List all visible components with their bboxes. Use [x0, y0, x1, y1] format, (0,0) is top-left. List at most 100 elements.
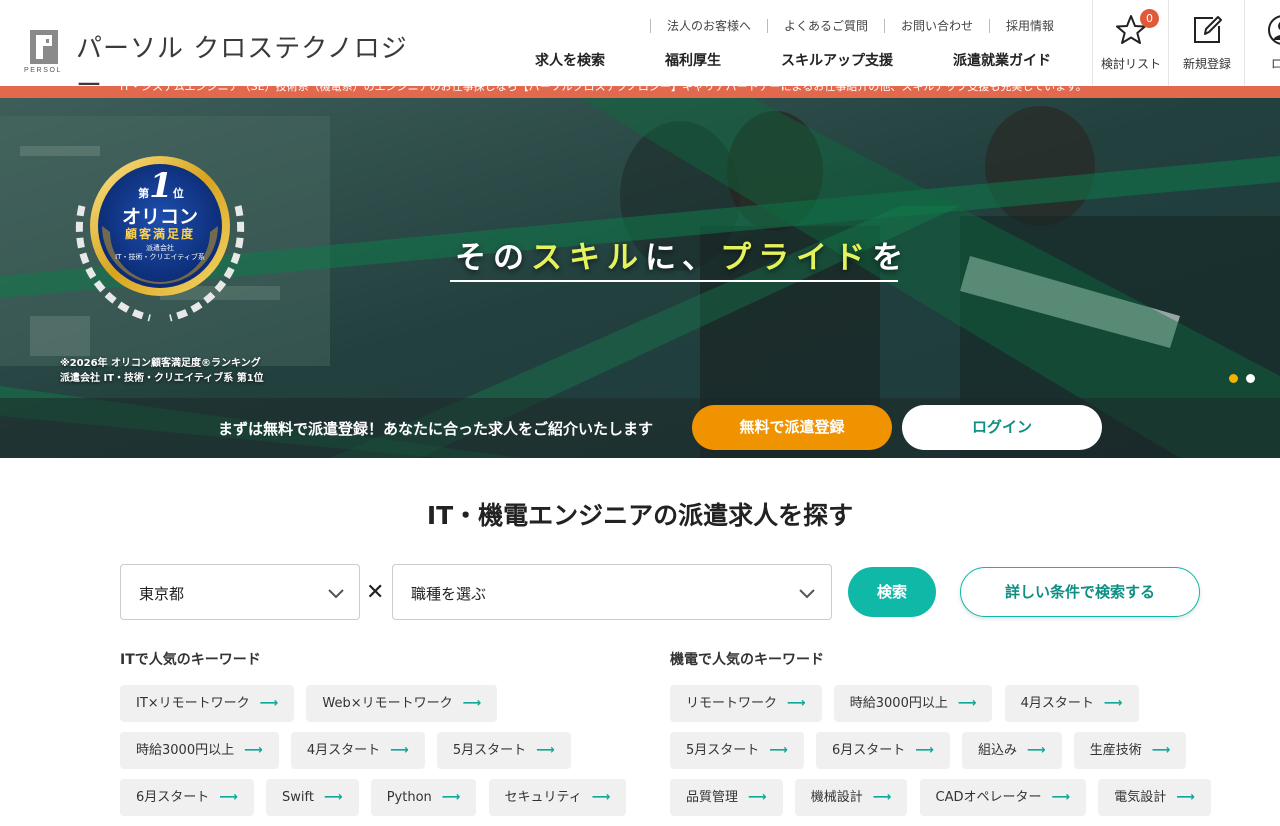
arrow-right-icon: ⟶ — [1103, 696, 1123, 711]
arrow-right-icon: ⟶ — [787, 696, 806, 711]
register-button[interactable]: 新規登録 — [1168, 0, 1244, 86]
mech-keyword-chip[interactable]: 6月スタート ⟶ — [816, 732, 950, 769]
chip-label: セキュリティ — [504, 790, 582, 805]
hero-ticker: IT・システムエンジニア（SE）技術系（機電系）のエンジニアのお仕事探しなら【パ… — [0, 86, 1280, 98]
arrow-right-icon: ⟶ — [591, 790, 611, 805]
chip-label: 5月スタート — [452, 743, 527, 758]
mech-keywords-title: 機電で人気のキーワード — [670, 652, 824, 668]
hero-banner[interactable]: IT・システムエンジニア（SE）技術系（機電系）のエンジニアのお仕事探しなら【パ… — [0, 86, 1280, 458]
mech-keyword-chip[interactable]: 組込み ⟶ — [962, 732, 1062, 769]
badge-category2: IT・技術・クリエイティブ系 — [115, 253, 205, 261]
mech-keyword-chip[interactable]: 電気設計 ⟶ — [1098, 779, 1211, 816]
favorites-label: 検討リスト — [1100, 57, 1161, 71]
it-keywords-title: ITで人気のキーワード — [120, 652, 261, 668]
register-label: 新規登録 — [1182, 57, 1231, 71]
persol-logo-mark-icon — [30, 30, 58, 64]
edit-icon — [1194, 16, 1222, 43]
tagline-skill: スキル — [531, 240, 645, 276]
arrow-right-icon: ⟶ — [769, 743, 788, 758]
carousel-dots — [1229, 368, 1263, 387]
it-keyword-chip[interactable]: セキュリティ ⟶ — [488, 779, 627, 816]
tagline-mid: に、 — [645, 240, 721, 276]
chip-label: 品質管理 — [686, 790, 739, 805]
it-keyword-chip[interactable]: 時給3000円以上 ⟶ — [120, 732, 279, 769]
nav-dispatch-guide[interactable]: 派遣就業ガイド — [953, 50, 1051, 70]
mech-keyword-chip[interactable]: リモートワーク ⟶ — [670, 685, 822, 722]
badge-title: 顧客満足度 — [124, 227, 195, 241]
arrow-right-icon: ⟶ — [748, 790, 767, 805]
chip-label: 6月スタート — [832, 743, 906, 758]
carousel-dot-active[interactable] — [1229, 374, 1238, 383]
job-type-select[interactable]: 職種を選ぶ — [392, 564, 832, 620]
it-keyword-chip[interactable]: Web×リモートワーク ⟶ — [306, 685, 498, 722]
hero-tagline: そのスキルに、プライドを — [455, 232, 910, 277]
badge-rank: 第1位 — [133, 166, 189, 206]
nav-benefits[interactable]: 福利厚生 — [665, 50, 721, 70]
arrow-right-icon: ⟶ — [259, 696, 279, 711]
job-type-placeholder: 職種を選ぶ — [411, 585, 487, 603]
mech-keyword-chip[interactable]: 4月スタート ⟶ — [1004, 685, 1139, 722]
mech-keyword-chip[interactable]: 5月スタート ⟶ — [670, 732, 804, 769]
it-keyword-chip[interactable]: Swift ⟶ — [266, 779, 359, 816]
tagline-post: を — [872, 240, 911, 276]
badge-rank-number: 1 — [149, 166, 173, 206]
utility-link-contact[interactable]: お問い合わせ — [884, 19, 989, 33]
badge-rank-suffix: 位 — [172, 187, 184, 200]
arrow-right-icon: ⟶ — [536, 743, 555, 758]
arrow-right-icon: ⟶ — [390, 743, 409, 758]
search-button[interactable]: 検索 — [848, 567, 936, 617]
login-header-button[interactable]: ログ — [1244, 0, 1280, 86]
utility-nav: 法人のお客様へ よくあるご質問 お問い合わせ 採用情報 — [650, 18, 1070, 34]
chip-label: リモートワーク — [686, 696, 778, 711]
arrow-right-icon: ⟶ — [462, 696, 482, 711]
arrow-right-icon: ⟶ — [1151, 743, 1171, 758]
chip-label: 6月スタート — [136, 790, 210, 805]
utility-link-recruit[interactable]: 採用情報 — [989, 19, 1070, 33]
chip-label: Python — [386, 790, 432, 805]
arrow-right-icon: ⟶ — [441, 790, 461, 805]
detailed-search-button[interactable]: 詳しい条件で検索する — [960, 567, 1200, 617]
nav-skill-up[interactable]: スキルアップ支援 — [781, 50, 893, 70]
chip-label: 時給3000円以上 — [849, 696, 948, 711]
arrow-right-icon: ⟶ — [957, 696, 977, 711]
arrow-right-icon: ⟶ — [872, 790, 892, 805]
utility-link-corporate[interactable]: 法人のお客様へ — [650, 19, 767, 33]
tagline-underline — [450, 280, 898, 282]
chip-label: IT×リモートワーク — [136, 696, 250, 711]
chevron-down-icon — [328, 589, 344, 599]
mech-keyword-chip[interactable]: 生産技術 ⟶ — [1073, 732, 1187, 769]
carousel-dot[interactable] — [1246, 374, 1255, 383]
nav-job-search[interactable]: 求人を検索 — [535, 50, 605, 70]
mech-keyword-chip[interactable]: 機械設計 ⟶ — [794, 779, 908, 816]
it-keyword-chip[interactable]: 5月スタート ⟶ — [436, 732, 571, 769]
it-keyword-chip[interactable]: Python ⟶ — [370, 779, 477, 816]
ranking-note-line2: 派遣会社 IT・技術・クリエイティブ系 第1位 — [60, 373, 264, 384]
free-register-button[interactable]: 無料で派遣登録 — [692, 405, 892, 450]
user-icon — [1268, 15, 1280, 45]
ranking-note-line1: ※2026年 オリコン顧客満足度®ランキング — [60, 358, 261, 369]
location-select-value: 東京都 — [139, 585, 185, 603]
site-logo[interactable]: PERSOL パーソル クロステクノロジー — [24, 28, 424, 101]
chip-label: 時給3000円以上 — [136, 743, 235, 758]
tagline-pride: プライド — [720, 240, 873, 276]
mech-keyword-chip[interactable]: 時給3000円以上 ⟶ — [833, 685, 993, 722]
favorites-button[interactable]: 0 検討リスト — [1092, 0, 1168, 86]
search-section-title: IT・機電エンジニアの派遣求人を探す — [426, 501, 854, 530]
chip-label: 4月スタート — [306, 743, 381, 758]
chip-label: Web×リモートワーク — [322, 696, 453, 711]
arrow-right-icon: ⟶ — [1051, 790, 1071, 805]
utility-link-faq[interactable]: よくあるご質問 — [767, 19, 884, 33]
it-keyword-chip[interactable]: 6月スタート ⟶ — [120, 779, 254, 816]
chip-label: 組込み — [978, 743, 1018, 758]
location-select[interactable]: 東京都 — [120, 564, 360, 620]
it-keyword-chip[interactable]: IT×リモートワーク ⟶ — [120, 685, 295, 722]
chevron-down-icon — [799, 589, 815, 599]
mech-keyword-chip[interactable]: 品質管理 ⟶ — [670, 779, 783, 816]
chip-label: Swift — [282, 790, 314, 805]
cross-separator: ✕ — [366, 580, 385, 605]
it-keyword-chip[interactable]: 4月スタート ⟶ — [290, 732, 425, 769]
login-button[interactable]: ログイン — [902, 405, 1102, 450]
badge-rank-prefix: 第 — [138, 187, 150, 200]
it-keyword-list: IT×リモートワーク ⟶ Web×リモートワーク ⟶ 時給3000円以上 ⟶ 4月スタ… — [120, 685, 660, 826]
mech-keyword-chip[interactable]: CADオペレーター ⟶ — [919, 779, 1087, 816]
